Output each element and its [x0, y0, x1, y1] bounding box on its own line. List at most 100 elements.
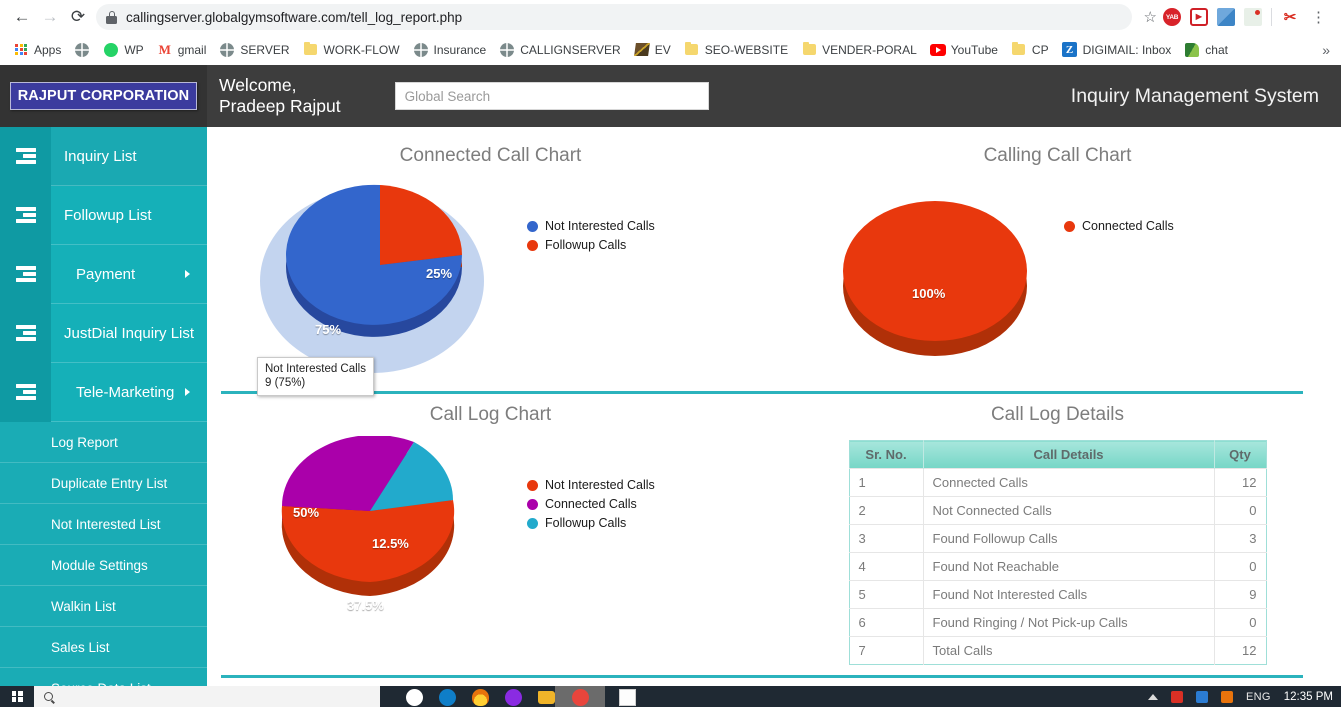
- map-extension-icon[interactable]: [1244, 8, 1262, 26]
- bookmark-cp[interactable]: CP: [1005, 39, 1055, 61]
- sidebar-item-label: Inquiry List: [51, 148, 137, 165]
- bookmark-label: SEO-WEBSITE: [705, 43, 788, 57]
- tray-app-icon-3[interactable]: [1221, 691, 1233, 703]
- legend-color-swatch: [527, 518, 538, 529]
- legend-item[interactable]: Not Interested Calls: [527, 478, 655, 492]
- legend-color-swatch: [1064, 221, 1075, 232]
- bookmark-label: EV: [655, 43, 671, 57]
- yab-extension-icon[interactable]: YAB: [1163, 8, 1181, 26]
- sidebar-item-inquiry-list[interactable]: Inquiry List: [0, 127, 207, 186]
- scissors-extension-icon[interactable]: ✂: [1281, 8, 1299, 26]
- table-row[interactable]: 3 Found Followup Calls 3: [849, 525, 1266, 553]
- bookmark-callignserver[interactable]: CALLIGNSERVER: [493, 39, 626, 61]
- toolbar-divider: [1271, 8, 1272, 26]
- chart-title: Call Log Chart: [207, 404, 774, 426]
- bookmark-youtube[interactable]: YouTube: [924, 39, 1004, 61]
- legend-item[interactable]: Connected Calls: [527, 497, 655, 511]
- bookmark-insurance[interactable]: Insurance: [407, 39, 493, 61]
- global-search-input[interactable]: Global Search: [395, 82, 709, 110]
- table-row[interactable]: 4 Found Not Reachable 0: [849, 553, 1266, 581]
- table-row[interactable]: 6 Found Ringing / Not Pick-up Calls 0: [849, 609, 1266, 637]
- call-log-chart-panel: Call Log Chart: [207, 394, 774, 665]
- sidebar-item-log-report[interactable]: Log Report: [0, 422, 207, 463]
- bookmark-ev[interactable]: EV: [628, 39, 677, 61]
- sidebar-item-label: Followup List: [51, 207, 152, 224]
- sidebar-item-sales-list[interactable]: Sales List: [0, 627, 207, 668]
- table-row[interactable]: 2 Not Connected Calls 0: [849, 497, 1266, 525]
- bookmark-server[interactable]: SERVER: [213, 39, 295, 61]
- taskbar-active-window-chrome[interactable]: [555, 686, 605, 707]
- table-row[interactable]: 7 Total Calls 12: [849, 637, 1266, 665]
- bookmark-label: gmail: [178, 43, 207, 57]
- call-log-pie-svg: [269, 436, 509, 626]
- language-indicator[interactable]: ENG: [1246, 691, 1271, 703]
- browser-nav-bar: ← → ⟳ callingserver.globalgymsoftware.co…: [0, 0, 1341, 34]
- image-downloader-icon[interactable]: [1217, 8, 1235, 26]
- bookmark-chat[interactable]: chat: [1178, 39, 1234, 61]
- bookmark-overflow-icon[interactable]: »: [1322, 42, 1334, 58]
- sidebar-item-followup-list[interactable]: Followup List: [0, 186, 207, 245]
- legend-label: Followup Calls: [545, 516, 626, 530]
- legend-item[interactable]: Not Interested Calls: [527, 219, 655, 233]
- sidebar-item-walkin-list[interactable]: Walkin List: [0, 586, 207, 627]
- taskbar-search-input[interactable]: [34, 686, 380, 707]
- file-explorer-icon[interactable]: [538, 691, 555, 704]
- bookmark-vender-poral[interactable]: VENDER-PORAL: [795, 39, 923, 61]
- tray-app-icon-2[interactable]: [1196, 691, 1208, 703]
- slice-label-followup: 25%: [426, 266, 452, 281]
- sidebar-item-source-data-list[interactable]: Source Data List: [0, 668, 207, 686]
- show-hidden-icons-icon[interactable]: [1148, 694, 1158, 700]
- internet-explorer-icon[interactable]: [505, 689, 522, 706]
- apps-grid-icon: [13, 42, 29, 58]
- bookmark-label: Apps: [34, 43, 61, 57]
- sidebar-item-payment[interactable]: Payment: [0, 245, 207, 304]
- bookmark-gmail[interactable]: M gmail: [151, 39, 213, 61]
- bookmark-label: VENDER-PORAL: [822, 43, 917, 57]
- legend-color-swatch: [527, 240, 538, 251]
- slice-label-followup: 12.5%: [372, 536, 409, 551]
- column-header-call-details: Call Details: [923, 441, 1214, 469]
- chrome-menu-icon[interactable]: ⋮: [1308, 8, 1329, 26]
- bookmark-seo-website[interactable]: SEO-WEBSITE: [678, 39, 794, 61]
- cortana-icon[interactable]: [406, 689, 423, 706]
- table-row[interactable]: 5 Found Not Interested Calls 9: [849, 581, 1266, 609]
- legend-item[interactable]: Followup Calls: [527, 516, 655, 530]
- firefox-icon[interactable]: [472, 689, 489, 706]
- company-logo[interactable]: RAJPUT CORPORATION: [10, 82, 198, 110]
- start-button-icon[interactable]: [0, 686, 34, 707]
- sidebar-item-duplicate-entry-list[interactable]: Duplicate Entry List: [0, 463, 207, 504]
- list-icon: [0, 127, 51, 186]
- sidebar-item-justdial-inquiry-list[interactable]: JustDial Inquiry List: [0, 304, 207, 363]
- back-arrow-icon[interactable]: ←: [8, 3, 36, 31]
- sidebar-item-tele-marketing[interactable]: Tele-Marketing: [0, 363, 207, 422]
- zimbra-icon: Z: [1062, 42, 1078, 58]
- chart-row-top: Connected Call Chart: [207, 135, 1341, 385]
- connected-call-chart[interactable]: 25% 75% Not Interested Calls 9 (75%) Not…: [207, 167, 774, 385]
- legend-item[interactable]: Followup Calls: [527, 238, 655, 252]
- bookmark-wp[interactable]: WP: [97, 39, 149, 61]
- sidebar-item-not-interested-list[interactable]: Not Interested List: [0, 504, 207, 545]
- forward-arrow-icon[interactable]: →: [36, 3, 64, 31]
- chart-title: Calling Call Chart: [774, 145, 1341, 167]
- app-body: Inquiry List Followup List Payment JustD…: [0, 127, 1341, 686]
- table-row[interactable]: 1 Connected Calls 12: [849, 469, 1266, 497]
- cell-call-detail: Found Followup Calls: [923, 525, 1214, 553]
- bookmark-work-flow[interactable]: WORK-FLOW: [297, 39, 406, 61]
- sidebar-subitem-label: Module Settings: [0, 558, 148, 573]
- main-content: Connected Call Chart: [207, 127, 1341, 686]
- sidebar-item-module-settings[interactable]: Module Settings: [0, 545, 207, 586]
- tray-app-icon-1[interactable]: [1171, 691, 1183, 703]
- address-bar[interactable]: callingserver.globalgymsoftware.com/tell…: [96, 4, 1132, 30]
- bookmark-star-icon[interactable]: ☆: [1144, 8, 1157, 26]
- edge-icon[interactable]: [439, 689, 456, 706]
- clock[interactable]: 12:35 PM: [1284, 691, 1333, 703]
- reload-icon[interactable]: ⟳: [64, 3, 92, 31]
- bookmark-apps[interactable]: Apps: [7, 39, 67, 61]
- idm-extension-icon[interactable]: ►: [1190, 8, 1208, 26]
- notepad-icon[interactable]: [619, 689, 636, 706]
- bookmark-digimail[interactable]: Z DIGIMAIL: Inbox: [1056, 39, 1178, 61]
- bookmark-globe-1[interactable]: [68, 39, 96, 61]
- calling-call-chart[interactable]: 100% Connected Calls: [774, 167, 1341, 385]
- legend-item[interactable]: Connected Calls: [1064, 219, 1174, 233]
- call-log-chart[interactable]: 50% 12.5% 37.5% Not Interested Calls: [207, 426, 774, 644]
